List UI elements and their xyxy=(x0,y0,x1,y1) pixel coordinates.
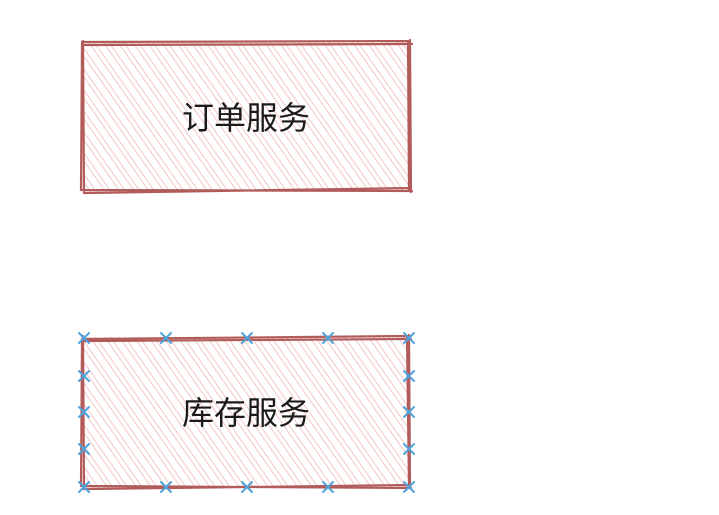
inventory-service-label: 库存服务 xyxy=(182,394,310,432)
order-service-box[interactable]: 订单服务 xyxy=(79,38,414,195)
diagram-canvas[interactable]: 订单服务 库存服务 xyxy=(0,0,719,515)
order-service-label: 订单服务 xyxy=(182,99,310,137)
inventory-service-box[interactable]: 库存服务 xyxy=(78,332,415,493)
